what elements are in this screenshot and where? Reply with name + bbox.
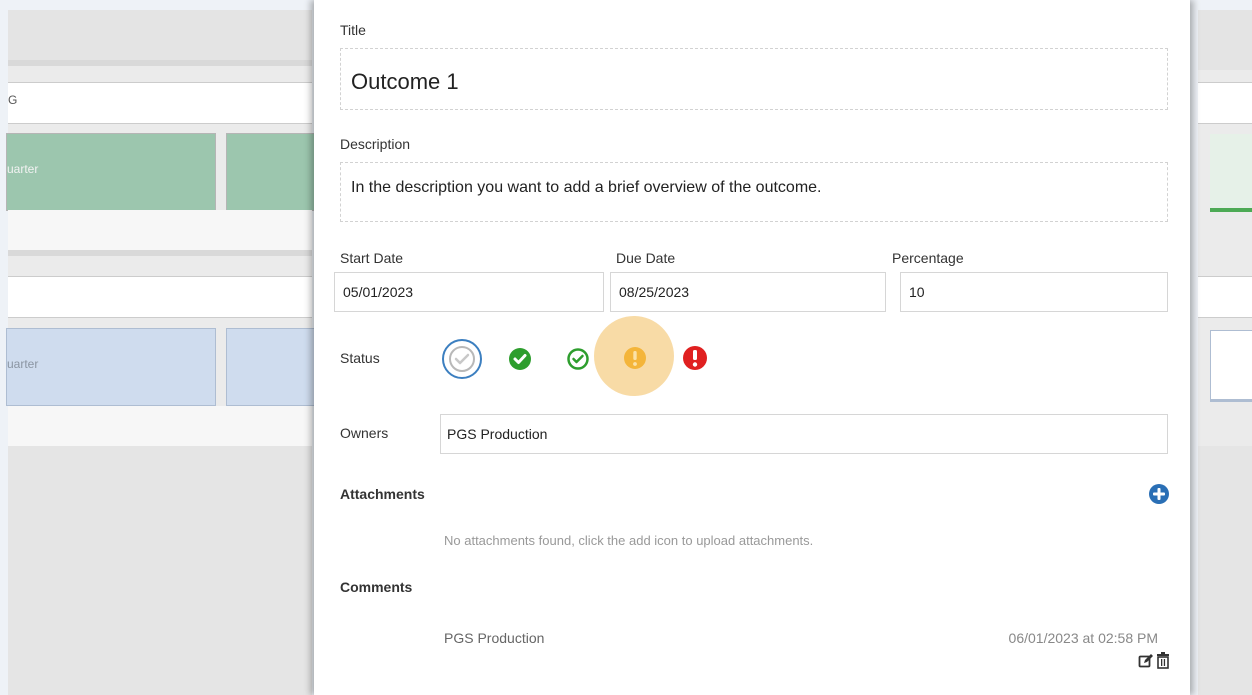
percentage-label: Percentage bbox=[892, 250, 964, 266]
percentage-value: 10 bbox=[909, 284, 925, 300]
complete-icon[interactable] bbox=[508, 347, 532, 371]
delete-comment-icon[interactable] bbox=[1156, 652, 1170, 669]
owners-value: PGS Production bbox=[447, 426, 548, 442]
attachments-empty-message: No attachments found, click the add icon… bbox=[444, 533, 814, 548]
board-gap bbox=[8, 406, 312, 446]
board-row bbox=[1198, 276, 1252, 318]
description-field[interactable]: In the description you want to add a bri… bbox=[340, 162, 1168, 222]
due-date-input[interactable]: 08/25/2023 bbox=[610, 272, 886, 312]
comment-timestamp: 06/01/2023 at 02:58 PM bbox=[1008, 630, 1158, 646]
board-card-blue[interactable]: uarter bbox=[6, 328, 216, 406]
add-attachment-icon[interactable] bbox=[1148, 483, 1170, 505]
on-track-icon[interactable] bbox=[566, 347, 590, 371]
board-row bbox=[1198, 82, 1252, 124]
outcome-edit-modal: Title Outcome 1 Description In the descr… bbox=[314, 0, 1190, 695]
background-board-left: G uarter uarter bbox=[6, 10, 318, 695]
start-date-label: Start Date bbox=[340, 250, 404, 266]
title-field[interactable]: Outcome 1 bbox=[340, 48, 1168, 110]
comment-author: PGS Production bbox=[444, 630, 545, 646]
board-card-blue[interactable] bbox=[1210, 330, 1252, 402]
board-card-green[interactable]: uarter bbox=[6, 133, 216, 211]
board-empty-area bbox=[8, 446, 312, 695]
title-label: Title bbox=[340, 22, 366, 38]
owners-input[interactable]: PGS Production bbox=[440, 414, 1168, 454]
board-header-band bbox=[8, 10, 312, 61]
board-card-green[interactable] bbox=[1210, 134, 1252, 212]
divider bbox=[8, 250, 312, 256]
description-label: Description bbox=[340, 136, 411, 152]
board-empty-area bbox=[1198, 446, 1252, 695]
edit-comment-icon[interactable] bbox=[1138, 653, 1154, 669]
board-card-blue[interactable] bbox=[226, 328, 318, 406]
board-row bbox=[8, 276, 312, 318]
board-gap bbox=[8, 210, 312, 250]
board-card-green[interactable] bbox=[226, 133, 318, 211]
percentage-input[interactable]: 10 bbox=[900, 272, 1168, 312]
board-header-band bbox=[1198, 10, 1252, 70]
comments-label: Comments bbox=[340, 579, 413, 595]
divider bbox=[8, 60, 312, 66]
background-board-right bbox=[1198, 10, 1252, 695]
not-started-icon[interactable] bbox=[440, 337, 484, 381]
start-date-value: 05/01/2023 bbox=[343, 284, 414, 300]
title-value: Outcome 1 bbox=[351, 69, 459, 94]
status-label: Status bbox=[340, 350, 380, 366]
description-value: In the description you want to add a bri… bbox=[351, 179, 822, 196]
board-row-text: G bbox=[8, 93, 18, 107]
due-date-label: Due Date bbox=[616, 250, 676, 266]
board-card-label: uarter bbox=[7, 162, 39, 176]
start-date-input[interactable]: 05/01/2023 bbox=[334, 272, 604, 312]
off-track-icon[interactable] bbox=[682, 345, 708, 371]
board-card-label: uarter bbox=[7, 357, 39, 371]
attachments-label: Attachments bbox=[340, 486, 425, 502]
board-row: G bbox=[8, 82, 312, 124]
at-risk-icon[interactable] bbox=[622, 345, 648, 371]
owners-label: Owners bbox=[340, 425, 389, 441]
due-date-value: 08/25/2023 bbox=[619, 284, 690, 300]
